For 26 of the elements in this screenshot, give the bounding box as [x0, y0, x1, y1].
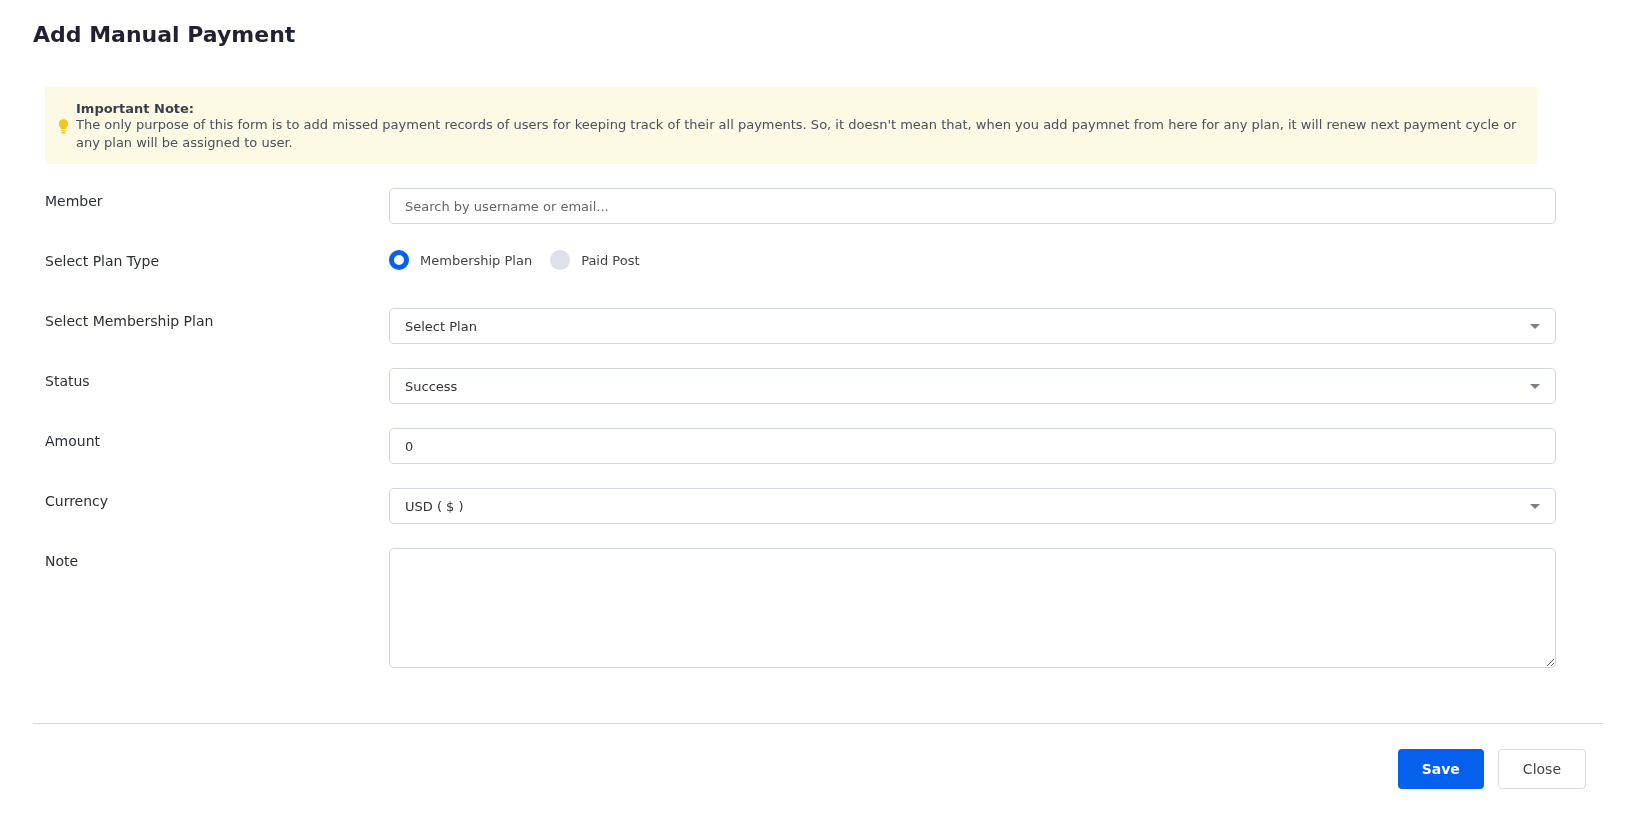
caret-icon: [1530, 503, 1540, 509]
input-field[interactable]: Search by username or email...: [389, 188, 1556, 224]
caret-icon: [1530, 383, 1540, 389]
caret-icon: [1530, 323, 1540, 329]
select-dropdown[interactable]: Select Plan: [389, 308, 1556, 344]
field-label: Currency: [45, 492, 110, 509]
dialog-title: Add Manual Payment: [33, 22, 296, 47]
field-label: Select Plan Type: [45, 252, 161, 269]
note-heading: Important Note:: [76, 101, 196, 116]
select-dropdown[interactable]: Success: [389, 368, 1556, 404]
input-field[interactable]: 0: [389, 428, 1556, 464]
radio-button[interactable]: [550, 250, 571, 270]
radio-button[interactable]: [389, 250, 409, 270]
field-label: Note: [45, 552, 80, 569]
note-text: The only purpose of this form is to add missed payment records of users for keeping track of their all payments. So, it doesn't mean that, when you add paymnet from here for any plan, it will renew next payment cycle or any plan will be assigned to user.: [76, 116, 1518, 152]
radio-label[interactable]: Membership Plan: [420, 252, 533, 268]
field-label: Status: [45, 372, 91, 389]
field-label: Amount: [45, 432, 101, 449]
save-button[interactable]: Save: [1397, 749, 1484, 789]
select-dropdown[interactable]: USD ( $ ): [389, 488, 1556, 524]
note-textarea[interactable]: [389, 548, 1556, 668]
field-label: Member: [45, 192, 104, 209]
radio-label[interactable]: Paid Post: [581, 252, 640, 268]
close-button[interactable]: Close: [1497, 749, 1586, 789]
lightbulb-icon: [58, 119, 69, 134]
field-label: Select Membership Plan: [45, 312, 215, 329]
